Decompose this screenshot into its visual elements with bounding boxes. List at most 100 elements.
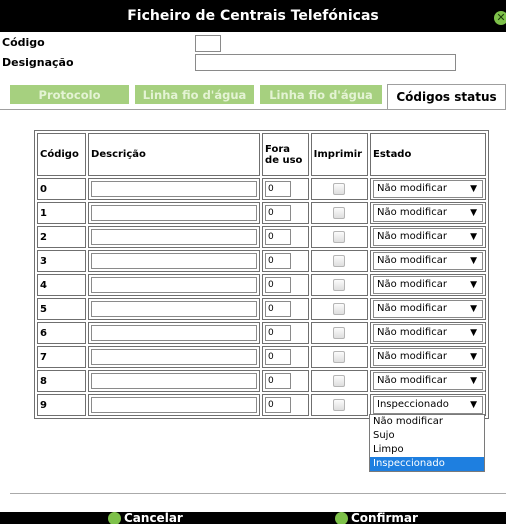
imprimir-checkbox[interactable] [333,207,346,219]
codigo-label: Código [2,36,45,49]
fora-de-uso-input[interactable] [265,325,292,341]
imprimir-checkbox[interactable] [333,375,346,387]
estado-select[interactable]: Não modificar ▼ [373,300,483,318]
row-imprimir-cell [310,394,368,416]
row-fora-cell [262,346,309,368]
close-icon[interactable]: ✕ [494,11,506,25]
designacao-field[interactable] [195,54,456,71]
cancel-label: Cancelar [124,512,183,524]
table-row: 7 Não modificar ▼ [37,346,486,368]
row-estado-cell: Não modificar ▼ [370,298,486,320]
descricao-input[interactable] [91,325,258,341]
header-estado: Estado [370,133,486,176]
imprimir-checkbox[interactable] [333,183,346,195]
row-codigo: 2 [37,226,87,248]
descricao-input[interactable] [91,277,258,293]
estado-select[interactable]: Não modificar ▼ [373,372,483,390]
row-codigo: 8 [37,370,87,392]
cancel-button[interactable]: Cancelar [108,512,183,524]
row-fora-cell [262,274,309,296]
row-imprimir-cell [310,346,368,368]
fora-de-uso-input[interactable] [265,181,292,197]
row-fora-cell [262,322,309,344]
status-codes-table: Código Descrição Fora de uso Imprimir Es… [34,130,489,419]
tab-linha-fio-agua-2[interactable]: Linha fio d'água [259,84,383,105]
dropdown-option[interactable]: Não modificar [370,415,484,429]
row-imprimir-cell [310,250,368,272]
row-estado-cell: Não modificar ▼ [370,346,486,368]
fora-de-uso-input[interactable] [265,205,292,221]
row-codigo: 3 [37,250,87,272]
dropdown-arrow-icon: ▼ [470,184,477,194]
estado-value: Inspeccionado [377,399,449,410]
row-imprimir-cell [310,370,368,392]
estado-select[interactable]: Inspeccionado ▼ [373,396,483,414]
row-estado-cell: Não modificar ▼ [370,322,486,344]
descricao-input[interactable] [91,229,258,245]
fora-de-uso-input[interactable] [265,229,292,245]
codigo-field[interactable] [195,35,221,52]
row-fora-cell [262,394,309,416]
fora-de-uso-input[interactable] [265,277,292,293]
estado-select[interactable]: Não modificar ▼ [373,348,483,366]
tab-protocolo[interactable]: Protocolo [9,84,130,105]
row-codigo: 0 [37,178,87,200]
descricao-input[interactable] [91,373,258,389]
descricao-input[interactable] [91,181,258,197]
dropdown-arrow-icon: ▼ [470,328,477,338]
fora-de-uso-input[interactable] [265,397,292,413]
fora-de-uso-input[interactable] [265,373,292,389]
dropdown-arrow-icon: ▼ [470,400,477,410]
row-descricao-cell [88,298,261,320]
header-imprimir: Imprimir [310,133,368,176]
dropdown-option[interactable]: Limpo [370,443,484,457]
imprimir-checkbox[interactable] [333,351,346,363]
imprimir-checkbox[interactable] [333,279,346,291]
row-estado-cell: Não modificar ▼ [370,202,486,224]
descricao-input[interactable] [91,253,258,269]
descricao-input[interactable] [91,397,258,413]
fora-de-uso-input[interactable] [265,253,292,269]
table-row: 0 Não modificar ▼ [37,178,486,200]
tab-codigos-status[interactable]: Códigos status [387,84,506,110]
table-row: 9 Inspeccionado ▼ [37,394,486,416]
imprimir-checkbox[interactable] [333,303,346,315]
table-row: 1 Não modificar ▼ [37,202,486,224]
imprimir-checkbox[interactable] [333,399,346,411]
descricao-input[interactable] [91,349,258,365]
estado-select[interactable]: Não modificar ▼ [373,276,483,294]
estado-value: Não modificar [377,279,447,290]
descricao-input[interactable] [91,205,258,221]
row-codigo: 1 [37,202,87,224]
descricao-input[interactable] [91,301,258,317]
fora-de-uso-input[interactable] [265,301,292,317]
row-codigo: 7 [37,346,87,368]
row-estado-cell: Não modificar ▼ [370,178,486,200]
fora-de-uso-input[interactable] [265,349,292,365]
tab-linha-fio-agua-1[interactable]: Linha fio d'água [134,84,255,105]
imprimir-checkbox[interactable] [333,255,346,267]
row-imprimir-cell [310,226,368,248]
imprimir-checkbox[interactable] [333,327,346,339]
estado-select[interactable]: Não modificar ▼ [373,228,483,246]
row-fora-cell [262,202,309,224]
dropdown-option[interactable]: Sujo [370,429,484,443]
dropdown-arrow-icon: ▼ [470,208,477,218]
row-descricao-cell [88,202,261,224]
table-row: 5 Não modificar ▼ [37,298,486,320]
row-descricao-cell [88,370,261,392]
imprimir-checkbox[interactable] [333,231,346,243]
cancel-icon [108,512,121,524]
row-imprimir-cell [310,202,368,224]
estado-select[interactable]: Não modificar ▼ [373,324,483,342]
row-imprimir-cell [310,298,368,320]
estado-select[interactable]: Não modificar ▼ [373,204,483,222]
estado-select[interactable]: Não modificar ▼ [373,180,483,198]
estado-value: Não modificar [377,183,447,194]
estado-value: Não modificar [377,375,447,386]
header-fora-de-uso: Fora de uso [262,133,309,176]
dropdown-option[interactable]: Inspeccionado [370,457,484,471]
estado-value: Não modificar [377,327,447,338]
confirm-button[interactable]: Confirmar [335,512,418,524]
estado-select[interactable]: Não modificar ▼ [373,252,483,270]
